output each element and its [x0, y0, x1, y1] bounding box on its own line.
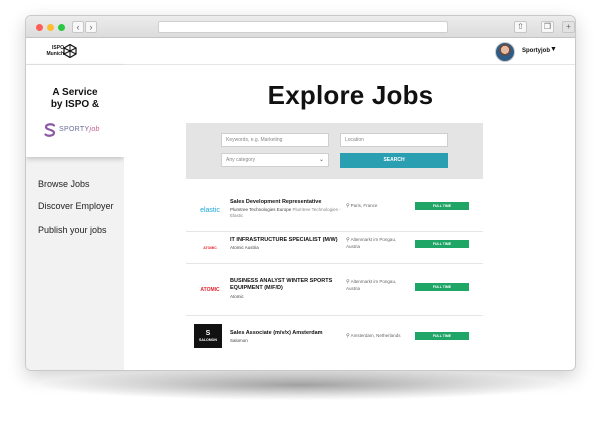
- sportyjob-wordmark: SPORTYjob: [59, 126, 100, 133]
- search-button[interactable]: SEARCH: [340, 153, 448, 168]
- job-title[interactable]: BUSINESS ANALYST WINTER SPORTS EQUIPMENT…: [230, 278, 340, 292]
- job-location-text: Altenmarkt im Pongau, Austria: [346, 237, 397, 249]
- job-company-name: Plumtree Technologies Europe: [230, 207, 292, 212]
- job-location: ⚲Altenmarkt im Pongau, Austria: [346, 279, 410, 292]
- chevron-down-icon: ⌄: [318, 157, 324, 163]
- service-title: A Service by ISPO &: [26, 87, 124, 111]
- job-list: elastic Sales Development Representative…: [186, 190, 483, 356]
- company-logo-text: SALOMON: [199, 338, 217, 342]
- location-pin-icon: ⚲: [346, 333, 350, 339]
- browser-window: ‹ › ⇧ ❐ + ISPO Munich Sportyjob ▼ A Serv…: [25, 15, 576, 371]
- job-location-text: Amsterdam, Netherlands: [350, 333, 401, 338]
- job-location: ⚲Paris, France: [346, 203, 410, 210]
- sportyjob-brand-suffix: job: [89, 126, 100, 133]
- back-arrow-icon[interactable]: ‹: [72, 21, 84, 33]
- job-company: Atomic: [230, 294, 244, 299]
- user-name[interactable]: Sportyjob: [522, 48, 550, 54]
- share-icon[interactable]: ⇧: [514, 21, 527, 33]
- company-logo-text: ATOMIC: [203, 246, 217, 250]
- job-title[interactable]: Sales Development Representative: [230, 199, 340, 206]
- minimize-window-button[interactable]: [47, 24, 54, 31]
- new-tab-icon[interactable]: +: [562, 21, 575, 33]
- keywords-input[interactable]: Keywords, e.g. Marketing: [221, 133, 329, 147]
- job-location: ⚲Altenmarkt im Pongau, Austria: [346, 237, 410, 250]
- user-menu-caret-icon[interactable]: ▼: [550, 46, 557, 53]
- ispo-logo-icon[interactable]: [63, 44, 77, 58]
- job-location: ⚲Amsterdam, Netherlands: [346, 333, 410, 340]
- job-company: Atomic Austria: [230, 245, 259, 250]
- company-logo-salomon[interactable]: S SALOMON: [194, 324, 222, 348]
- company-logo-atomic[interactable]: ATOMIC: [194, 282, 226, 298]
- ispo-logo-text[interactable]: ISPO Munich: [40, 45, 65, 57]
- job-location-text: Paris, France: [350, 203, 378, 208]
- site-header: ISPO Munich Sportyjob ▼: [26, 38, 575, 65]
- service-line-2: by ISPO &: [50, 99, 100, 110]
- company-logo-text: elastic: [200, 206, 220, 214]
- location-pin-icon: ⚲: [346, 279, 350, 285]
- location-input[interactable]: Location: [340, 133, 448, 147]
- job-row[interactable]: S SALOMON Sales Associate (m/v/x) Amster…: [186, 316, 483, 356]
- sportyjob-s-icon: [44, 123, 56, 137]
- window-shadow: [40, 370, 560, 400]
- job-location-text: Altenmarkt im Pongau, Austria: [346, 279, 397, 291]
- page-title: Explore Jobs: [267, 80, 434, 110]
- job-title[interactable]: Sales Associate (m/v/x) Amsterdam: [230, 330, 340, 337]
- search-panel: Keywords, e.g. Marketing Location Any ca…: [186, 123, 483, 179]
- company-logo-elastic[interactable]: elastic: [194, 202, 226, 218]
- location-pin-icon: ⚲: [346, 203, 350, 209]
- job-type-badge: FULL TIME: [415, 283, 469, 291]
- sportyjob-brand: SPORTY: [59, 126, 90, 133]
- job-title[interactable]: IT INFRASTRUCTURE SPECIALIST (M/W): [230, 237, 340, 244]
- main-content: Explore Jobs Keywords, e.g. Marketing Lo…: [124, 65, 575, 370]
- address-bar[interactable]: [158, 21, 448, 33]
- service-box: A Service by ISPO & SPORTYjob: [26, 65, 124, 157]
- service-line-1: A Service: [52, 87, 98, 98]
- browser-toolbar: ‹ › ⇧ ❐ +: [26, 16, 575, 38]
- job-company: Salomon: [230, 338, 248, 343]
- job-type-badge: FULL TIME: [415, 202, 469, 210]
- job-company: Plumtree Technologies Europe Plumtree Te…: [230, 207, 342, 219]
- category-select[interactable]: Any category ⌄: [221, 153, 329, 167]
- job-row[interactable]: elastic Sales Development Representative…: [186, 190, 483, 232]
- salomon-mark-icon: S: [205, 330, 211, 337]
- sidebar: A Service by ISPO & SPORTYjob Browse Job…: [26, 65, 124, 370]
- sidebar-link-browse-jobs[interactable]: Browse Jobs: [38, 179, 90, 189]
- user-avatar[interactable]: [495, 42, 515, 62]
- job-row[interactable]: ATOMIC IT INFRASTRUCTURE SPECIALIST (M/W…: [186, 232, 483, 264]
- screenshot-stage: ‹ › ⇧ ❐ + ISPO Munich Sportyjob ▼ A Serv…: [0, 0, 600, 433]
- location-pin-icon: ⚲: [346, 237, 350, 243]
- logo-line-2: Munich: [46, 51, 65, 57]
- sidebar-link-publish-jobs[interactable]: Publish your jobs: [38, 225, 107, 235]
- tabs-icon[interactable]: ❐: [541, 21, 554, 33]
- company-logo-atomic[interactable]: ATOMIC: [194, 240, 226, 256]
- company-logo-text: ATOMIC: [200, 287, 220, 293]
- maximize-window-button[interactable]: [58, 24, 65, 31]
- category-select-value: Any category: [226, 157, 256, 163]
- job-type-badge: FULL TIME: [415, 332, 469, 340]
- job-type-badge: FULL TIME: [415, 240, 469, 248]
- job-row[interactable]: ATOMIC BUSINESS ANALYST WINTER SPORTS EQ…: [186, 264, 483, 316]
- close-window-button[interactable]: [36, 24, 43, 31]
- forward-arrow-icon[interactable]: ›: [85, 21, 97, 33]
- sidebar-link-discover-employer[interactable]: Discover Employer: [38, 201, 114, 211]
- sportyjob-logo[interactable]: SPORTYjob: [44, 123, 114, 137]
